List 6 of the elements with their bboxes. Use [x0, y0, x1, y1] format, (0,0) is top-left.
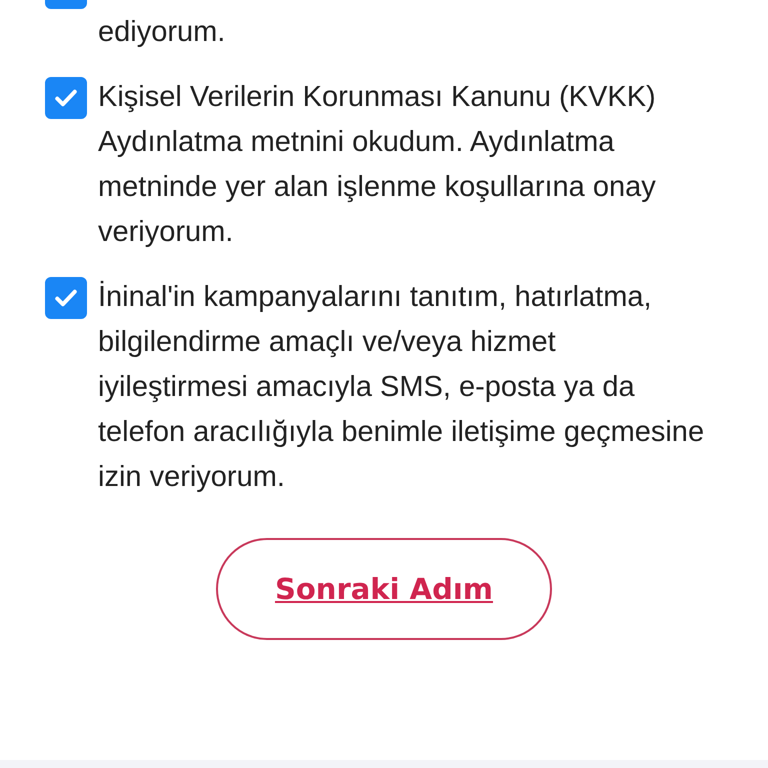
checkbox[interactable] [45, 277, 87, 319]
consent-text: Kişisel Verilerin Korunması Kanunu (KVKK) Aydınlatma metnini okudum. Aydınlatma metninde yer alan işlenme koşullarına onay veriyorum. [98, 80, 657, 250]
consent-text: İninal'in kampanyalarını tanıtım, hatırlatma, bilgilendirme amaçlı ve/veya hizmet iyileştirmesi amacıyla SMS, e-posta ya da telefon aracılığıyla benimle iletişime geçmesine izin veriyorum. [98, 280, 706, 495]
checkbox[interactable] [45, 77, 87, 119]
consent-text: ediyorum. [98, 15, 226, 50]
next-step-button[interactable]: Sonraki Adım [216, 538, 552, 640]
